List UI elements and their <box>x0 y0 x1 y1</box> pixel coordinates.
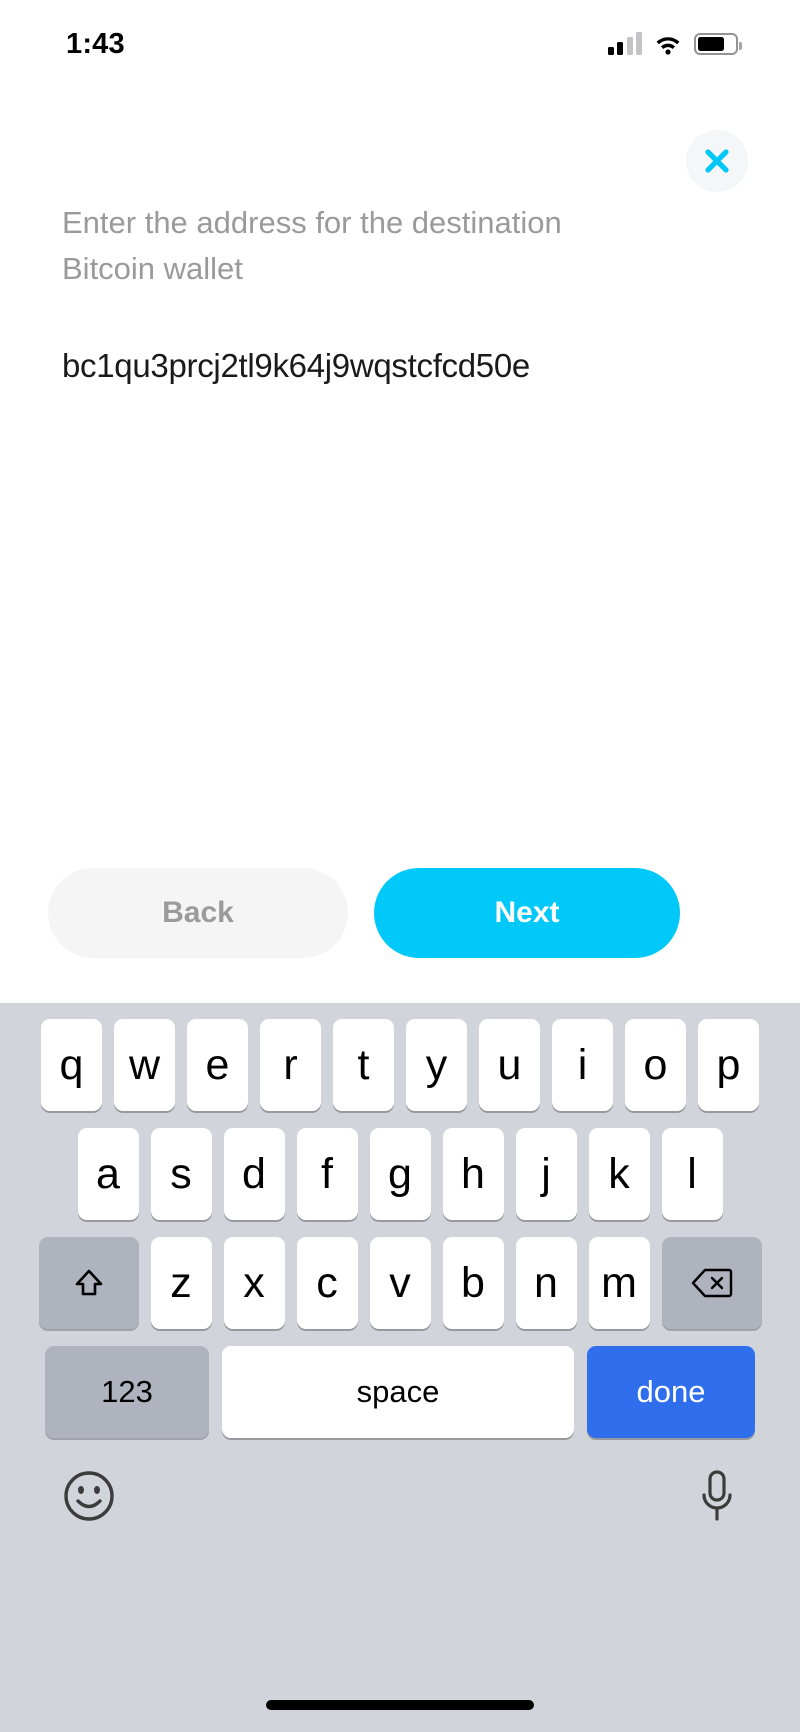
done-key[interactable]: done <box>587 1346 755 1438</box>
key-o[interactable]: o <box>625 1019 686 1111</box>
phone-screen: 1:43 Enter the address for the destinati… <box>0 0 800 1732</box>
shift-arrow-icon <box>75 1269 102 1296</box>
close-icon <box>705 149 729 173</box>
action-buttons: Back Next <box>48 868 680 958</box>
key-n[interactable]: n <box>515 1237 577 1329</box>
keyboard-row-1: q w e r t y u i o p <box>0 1019 800 1111</box>
emoji-button[interactable] <box>62 1469 116 1523</box>
wifi-icon <box>656 37 680 55</box>
key-y[interactable]: y <box>406 1019 467 1111</box>
status-icons <box>607 32 742 55</box>
key-a[interactable]: a <box>77 1128 139 1220</box>
key-l[interactable]: l <box>661 1128 723 1220</box>
numeric-key[interactable]: 123 <box>45 1346 209 1438</box>
key-v[interactable]: v <box>369 1237 431 1329</box>
back-button[interactable]: Back <box>48 868 348 958</box>
home-indicator <box>266 1700 534 1710</box>
next-button[interactable]: Next <box>374 868 680 958</box>
microphone-icon <box>702 1470 732 1521</box>
key-q[interactable]: q <box>41 1019 102 1111</box>
close-button[interactable] <box>686 130 748 192</box>
key-f[interactable]: f <box>296 1128 358 1220</box>
key-e[interactable]: e <box>187 1019 248 1111</box>
key-h[interactable]: h <box>442 1128 504 1220</box>
emoji-smiley-icon <box>64 1471 114 1521</box>
key-i[interactable]: i <box>552 1019 613 1111</box>
key-k[interactable]: k <box>588 1128 650 1220</box>
key-x[interactable]: x <box>223 1237 285 1329</box>
key-r[interactable]: r <box>260 1019 321 1111</box>
key-z[interactable]: z <box>150 1237 212 1329</box>
key-t[interactable]: t <box>333 1019 394 1111</box>
prompt-label: Enter the address for the destination Bi… <box>62 205 562 286</box>
keyboard-row-2: a s d f g h j k l <box>0 1128 800 1220</box>
keyboard-row-4: 123 space done <box>0 1346 800 1438</box>
key-j[interactable]: j <box>515 1128 577 1220</box>
cellular-signal-icon <box>607 32 642 55</box>
key-d[interactable]: d <box>223 1128 285 1220</box>
backspace-icon <box>691 1268 732 1298</box>
keyboard-bottom-row <box>0 1450 800 1542</box>
shift-key[interactable] <box>38 1237 139 1329</box>
key-p[interactable]: p <box>698 1019 759 1111</box>
address-input[interactable] <box>62 343 742 389</box>
key-b[interactable]: b <box>442 1237 504 1329</box>
key-s[interactable]: s <box>150 1128 212 1220</box>
status-bar: 1:43 <box>0 0 800 88</box>
backspace-key[interactable] <box>661 1237 762 1329</box>
on-screen-keyboard: q w e r t y u i o p a s d f g h j k l z … <box>0 1003 800 1732</box>
key-m[interactable]: m <box>588 1237 650 1329</box>
key-g[interactable]: g <box>369 1128 431 1220</box>
battery-icon <box>694 33 742 55</box>
key-c[interactable]: c <box>296 1237 358 1329</box>
key-u[interactable]: u <box>479 1019 540 1111</box>
space-key[interactable]: space <box>222 1346 574 1438</box>
key-w[interactable]: w <box>114 1019 175 1111</box>
keyboard-row-3: z x c v b n m <box>0 1237 800 1329</box>
status-time: 1:43 <box>66 27 125 60</box>
dictation-button[interactable] <box>696 1468 738 1524</box>
